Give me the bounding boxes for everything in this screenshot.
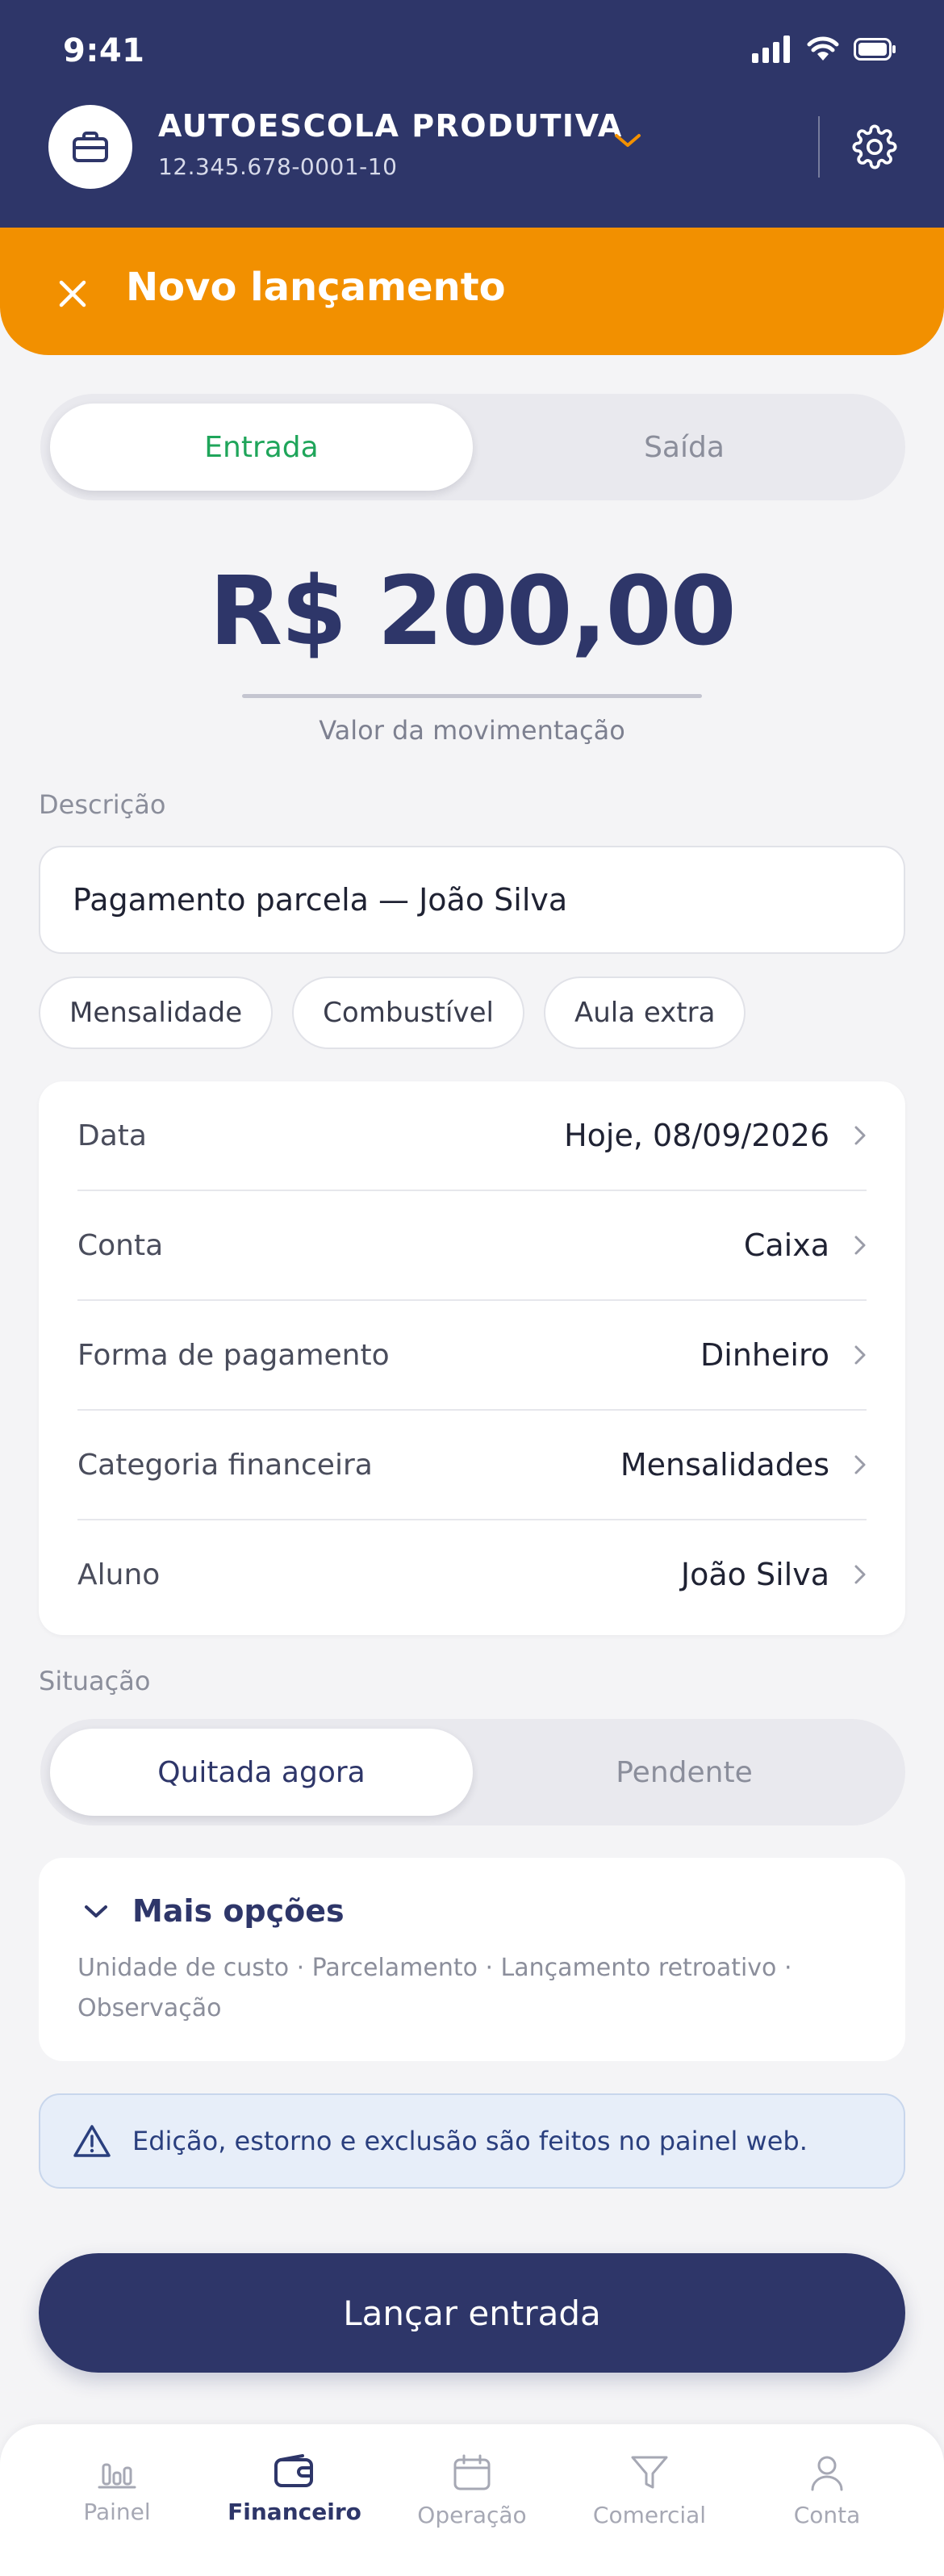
detail-label: Forma de pagamento <box>77 1338 390 1372</box>
more-options-title: Mais opções <box>132 1893 345 1929</box>
tab-comercial[interactable]: Comercial <box>561 2453 738 2528</box>
amount-value[interactable]: R$ 200,00 <box>0 555 944 667</box>
situation-label: Situação <box>39 1666 151 1696</box>
app-header: 9:41 AUTOESCOLA PRODUTIVA 12.345.678-000… <box>0 0 944 234</box>
warning-icon <box>73 2125 111 2157</box>
status-icons <box>752 36 897 63</box>
more-options-card[interactable]: Mais opções Unidade de custo · Parcelame… <box>39 1858 905 2061</box>
detail-label: Conta <box>77 1228 164 1262</box>
tab-operacao[interactable]: Operação <box>383 2453 561 2528</box>
close-icon <box>59 280 86 307</box>
situation-option-quitada[interactable]: Quitada agora <box>50 1729 473 1816</box>
detail-row-forma-pagamento[interactable]: Forma de pagamento Dinheiro <box>77 1301 867 1409</box>
company-name[interactable]: AUTOESCOLA PRODUTIVA <box>158 108 623 144</box>
close-button[interactable] <box>50 271 95 316</box>
detail-label: Categoria financeira <box>77 1448 373 1482</box>
type-option-saida[interactable]: Saída <box>473 404 896 491</box>
detail-row-conta[interactable]: Conta Caixa <box>77 1191 867 1299</box>
type-option-entrada[interactable]: Entrada <box>50 404 473 491</box>
info-banner: Edição, estorno e exclusão são feitos no… <box>39 2093 905 2189</box>
chevron-right-icon <box>854 1126 866 1145</box>
tab-painel[interactable]: Painel <box>28 2453 206 2525</box>
tab-label: Comercial <box>592 2502 707 2528</box>
briefcase-icon <box>73 132 108 162</box>
chevron-right-icon <box>854 1565 866 1584</box>
calendar-icon <box>453 2454 491 2490</box>
chevron-right-icon <box>854 1455 866 1474</box>
detail-value: Mensalidades <box>620 1447 829 1482</box>
details-card: Data Hoje, 08/09/2026 Conta Caixa Forma … <box>39 1081 905 1635</box>
chevron-down-icon[interactable] <box>612 131 644 150</box>
chevron-right-icon <box>854 1236 866 1255</box>
tab-label: Operação <box>417 2502 527 2528</box>
situation-toggle: Quitada agora Pendente <box>40 1719 905 1825</box>
tab-conta[interactable]: Conta <box>738 2453 916 2528</box>
detail-label: Aluno <box>77 1558 161 1591</box>
detail-value: João Silva <box>680 1557 829 1592</box>
gear-icon <box>852 124 897 169</box>
title-bar: Novo lançamento <box>0 228 944 355</box>
status-time: 9:41 <box>63 32 145 69</box>
tab-label: Painel <box>83 2499 151 2525</box>
battery-icon <box>854 38 896 61</box>
page-title: Novo lançamento <box>126 265 506 310</box>
funnel-icon <box>631 2456 668 2489</box>
tab-label: Financeiro <box>228 2499 361 2525</box>
header-divider <box>818 116 820 178</box>
detail-row-data[interactable]: Data Hoje, 08/09/2026 <box>77 1081 867 1190</box>
description-chips: Mensalidade Combustível Aula extra <box>39 976 746 1049</box>
wifi-icon <box>807 36 839 61</box>
detail-value: Hoje, 08/09/2026 <box>564 1118 829 1153</box>
settings-button[interactable] <box>850 123 899 171</box>
detail-value: Dinheiro <box>700 1337 829 1373</box>
detail-value: Caixa <box>743 1227 829 1263</box>
user-icon <box>811 2456 843 2491</box>
amount-underline <box>242 694 702 698</box>
company-avatar[interactable] <box>48 105 132 189</box>
chip-mensalidade[interactable]: Mensalidade <box>39 976 274 1049</box>
chip-aula-extra[interactable]: Aula extra <box>543 976 746 1049</box>
more-options-subtitle: Unidade de custo · Parcelamento · Lançam… <box>77 1954 792 2022</box>
submit-entry-button[interactable]: Lançar entrada <box>39 2253 905 2373</box>
situation-option-pendente[interactable]: Pendente <box>473 1729 896 1816</box>
info-banner-text: Edição, estorno e exclusão são feitos no… <box>132 2126 808 2156</box>
detail-label: Data <box>77 1119 147 1152</box>
chip-combustivel[interactable]: Combustível <box>292 976 524 1049</box>
cellular-signal-icon <box>752 36 790 63</box>
chart-bars-icon <box>98 2463 136 2489</box>
chevron-down-icon <box>85 1905 107 1917</box>
detail-row-aluno[interactable]: Aluno João Silva <box>77 1520 867 1629</box>
bottom-tab-bar: Painel Financeiro Operação Comercial Con… <box>0 2424 944 2576</box>
chevron-right-icon <box>854 1345 866 1365</box>
wallet-icon <box>274 2454 313 2487</box>
description-input[interactable]: Pagamento parcela — João Silva <box>39 846 905 954</box>
tab-financeiro[interactable]: Financeiro <box>206 2453 383 2525</box>
amount-caption: Valor da movimentação <box>319 715 625 746</box>
description-label: Descrição <box>39 789 166 820</box>
company-cnpj: 12.345.678-0001-10 <box>158 153 398 180</box>
type-toggle: Entrada Saída <box>40 394 905 500</box>
detail-row-categoria[interactable]: Categoria financeira Mensalidades <box>77 1411 867 1519</box>
tab-label: Conta <box>793 2502 861 2528</box>
